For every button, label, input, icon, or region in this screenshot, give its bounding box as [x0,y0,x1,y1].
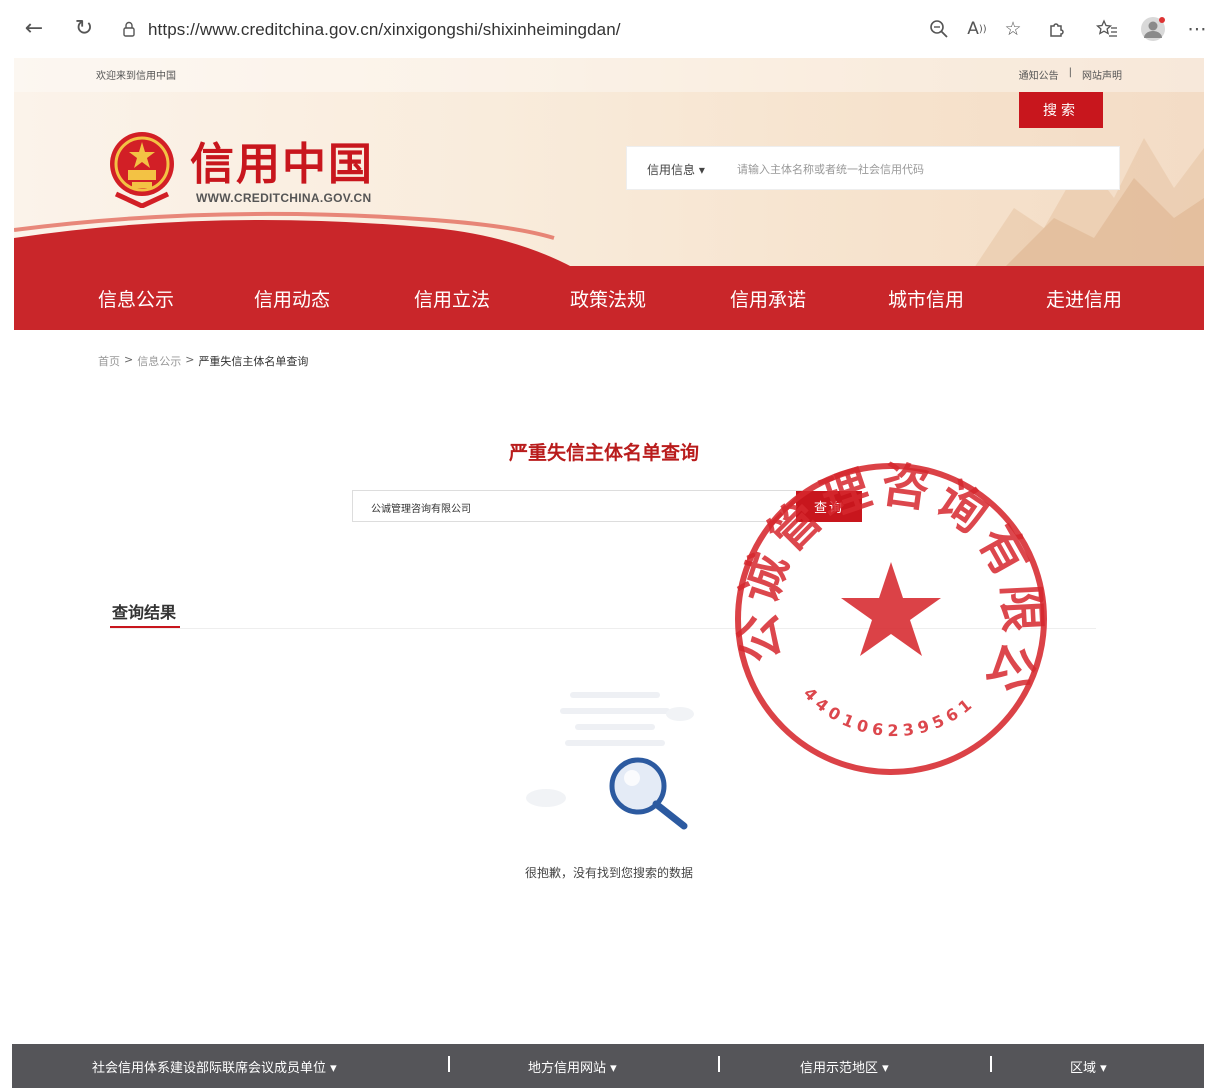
refresh-icon[interactable]: ↻ [70,14,98,42]
read-aloud-icon[interactable]: A)) [964,16,990,42]
address-bar[interactable]: https://www.creditchina.gov.cn/xinxigong… [112,14,832,46]
header-search-box: 信用信息 ▾ [626,146,1120,190]
top-links-divider: | [1068,67,1072,78]
empty-results-message: 很抱歉，没有找到您搜索的数据 [524,866,693,880]
statement-link[interactable]: 网站声明 [1082,67,1122,82]
nav-item-about-credit[interactable]: 走进信用 [1046,285,1122,312]
footer-demo-regions[interactable]: 信用示范地区 ▾ [800,1057,889,1076]
nav-item-info-disclosure[interactable]: 信息公示 [98,285,174,312]
favorite-star-icon[interactable]: ☆ [1000,16,1026,42]
nav-item-credit-legislation[interactable]: 信用立法 [414,285,490,312]
back-icon[interactable]: ← [20,14,48,42]
site-logo-url: WWW.CREDITCHINA.GOV.CN [196,191,372,205]
breadcrumb-section[interactable]: 信息公示 [137,353,181,369]
nav-item-city-credit[interactable]: 城市信用 [888,285,964,312]
mountain-decoration [974,138,1204,268]
footer-separator [990,1056,992,1072]
site-header: 欢迎来到信用中国 通知公告 | 网站声明 信用中国 WWW.CREDITCHIN… [14,58,1204,268]
breadcrumb-current: 严重失信主体名单查询 [198,355,309,368]
no-results-illustration [526,692,694,830]
more-icon[interactable]: ⋯ [1188,16,1207,42]
breadcrumb-separator: > [124,353,134,366]
header-search-input[interactable] [737,157,1027,181]
tab-query-results[interactable]: 查询结果 [112,599,176,623]
breadcrumb-separator: > [185,353,195,366]
nav-item-credit-commitment[interactable]: 信用承诺 [730,285,806,312]
main-nav: 信息公示 信用动态 信用立法 政策法规 信用承诺 城市信用 走进信用 [14,266,1204,330]
search-category-select[interactable]: 信用信息 ▾ [647,161,705,178]
notice-link[interactable]: 通知公告 [1019,67,1059,82]
company-seal-stamp: 公诚管理咨询有限公司 4401062395610 [728,454,1047,775]
favorites-list-icon[interactable] [1094,16,1120,42]
red-wave-decoration [14,211,574,268]
profile-avatar[interactable] [1140,16,1166,42]
nav-item-policy-regulations[interactable]: 政策法规 [570,285,646,312]
welcome-text: 欢迎来到信用中国 [96,71,176,82]
national-emblem-logo [110,132,174,208]
browser-toolbar: ← ↻ https://www.creditchina.gov.cn/xinxi… [0,0,1208,58]
lock-icon [123,21,135,37]
footer-separator [448,1056,450,1072]
footer-separator [718,1056,720,1072]
breadcrumb: 首页 > 信息公示 > 严重失信主体名单查询 [98,353,308,369]
query-input[interactable] [371,497,781,517]
footer-links-bar: 社会信用体系建设部际联席会议成员单位 ▾ 地方信用网站 ▾ 信用示范地区 ▾ 区… [12,1044,1204,1088]
footer-member-units[interactable]: 社会信用体系建设部际联席会议成员单位 ▾ [92,1057,337,1076]
zoom-icon[interactable] [926,16,952,42]
site-logo-title[interactable]: 信用中国 [190,128,374,192]
breadcrumb-home[interactable]: 首页 [98,353,120,369]
footer-regions[interactable]: 区域 ▾ [1070,1057,1107,1076]
footer-local-sites[interactable]: 地方信用网站 ▾ [528,1057,617,1076]
top-links: 通知公告 | 网站声明 [1019,67,1122,82]
extensions-icon[interactable] [1044,16,1070,42]
header-search-button[interactable]: 搜索 [1019,92,1103,128]
nav-item-credit-news[interactable]: 信用动态 [254,285,330,312]
url-text: https://www.creditchina.gov.cn/xinxigong… [148,20,621,39]
